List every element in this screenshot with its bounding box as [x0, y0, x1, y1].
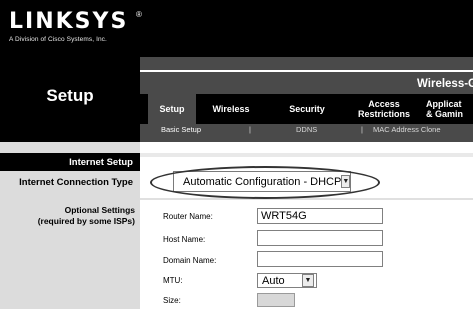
linksys-logo: LINKSYS ® A Division of Cisco Systems, I…: [9, 9, 142, 44]
subtab-basic-setup[interactable]: Basic Setup: [161, 125, 201, 134]
host-name-input[interactable]: [257, 230, 383, 246]
router-name-label: Router Name:: [163, 212, 213, 221]
product-name: Wireless-G: [417, 78, 473, 90]
optional-settings-label: Optional Settings (required by some ISPs…: [37, 205, 135, 226]
tab-access-restrictions[interactable]: Access Restrictions: [344, 94, 424, 124]
tab-security[interactable]: Security: [278, 94, 336, 124]
page-title: Setup: [46, 86, 94, 105]
logo-wordmark: LINKSYS: [9, 9, 129, 34]
chevron-down-icon[interactable]: ▼: [302, 274, 314, 287]
tab-wireless[interactable]: Wireless: [200, 94, 262, 124]
mtu-value: Auto: [262, 274, 285, 287]
subtab-separator: |: [361, 125, 363, 134]
registered-mark: ®: [136, 10, 142, 19]
mtu-select[interactable]: Auto ▼: [257, 273, 317, 288]
content-top-band: [140, 153, 473, 157]
host-name-label: Host Name:: [163, 235, 206, 244]
logo-tagline: A Division of Cisco Systems, Inc.: [9, 36, 107, 43]
subtab-ddns[interactable]: DDNS: [296, 125, 317, 134]
sidebar-heading: Internet Setup: [69, 157, 133, 168]
domain-name-label: Domain Name:: [163, 256, 217, 265]
subtab-mac-address-clone[interactable]: MAC Address Clone: [373, 125, 441, 134]
router-name-input[interactable]: WRT54G: [257, 208, 383, 224]
mtu-label: MTU:: [163, 276, 183, 285]
size-label: Size:: [163, 296, 181, 305]
connection-type-label: Internet Connection Type: [19, 177, 133, 188]
subtab-separator: |: [249, 125, 251, 134]
header-divider: [140, 70, 473, 72]
brand-bar: LINKSYS ® A Division of Cisco Systems, I…: [0, 0, 473, 57]
highlight-ellipse: [150, 166, 380, 199]
size-input[interactable]: [257, 293, 295, 307]
domain-name-input[interactable]: [257, 251, 383, 267]
content-divider: [140, 198, 473, 200]
tab-applications-gaming[interactable]: Applicat & Gamin: [426, 94, 473, 124]
tab-setup[interactable]: Setup: [148, 94, 196, 124]
